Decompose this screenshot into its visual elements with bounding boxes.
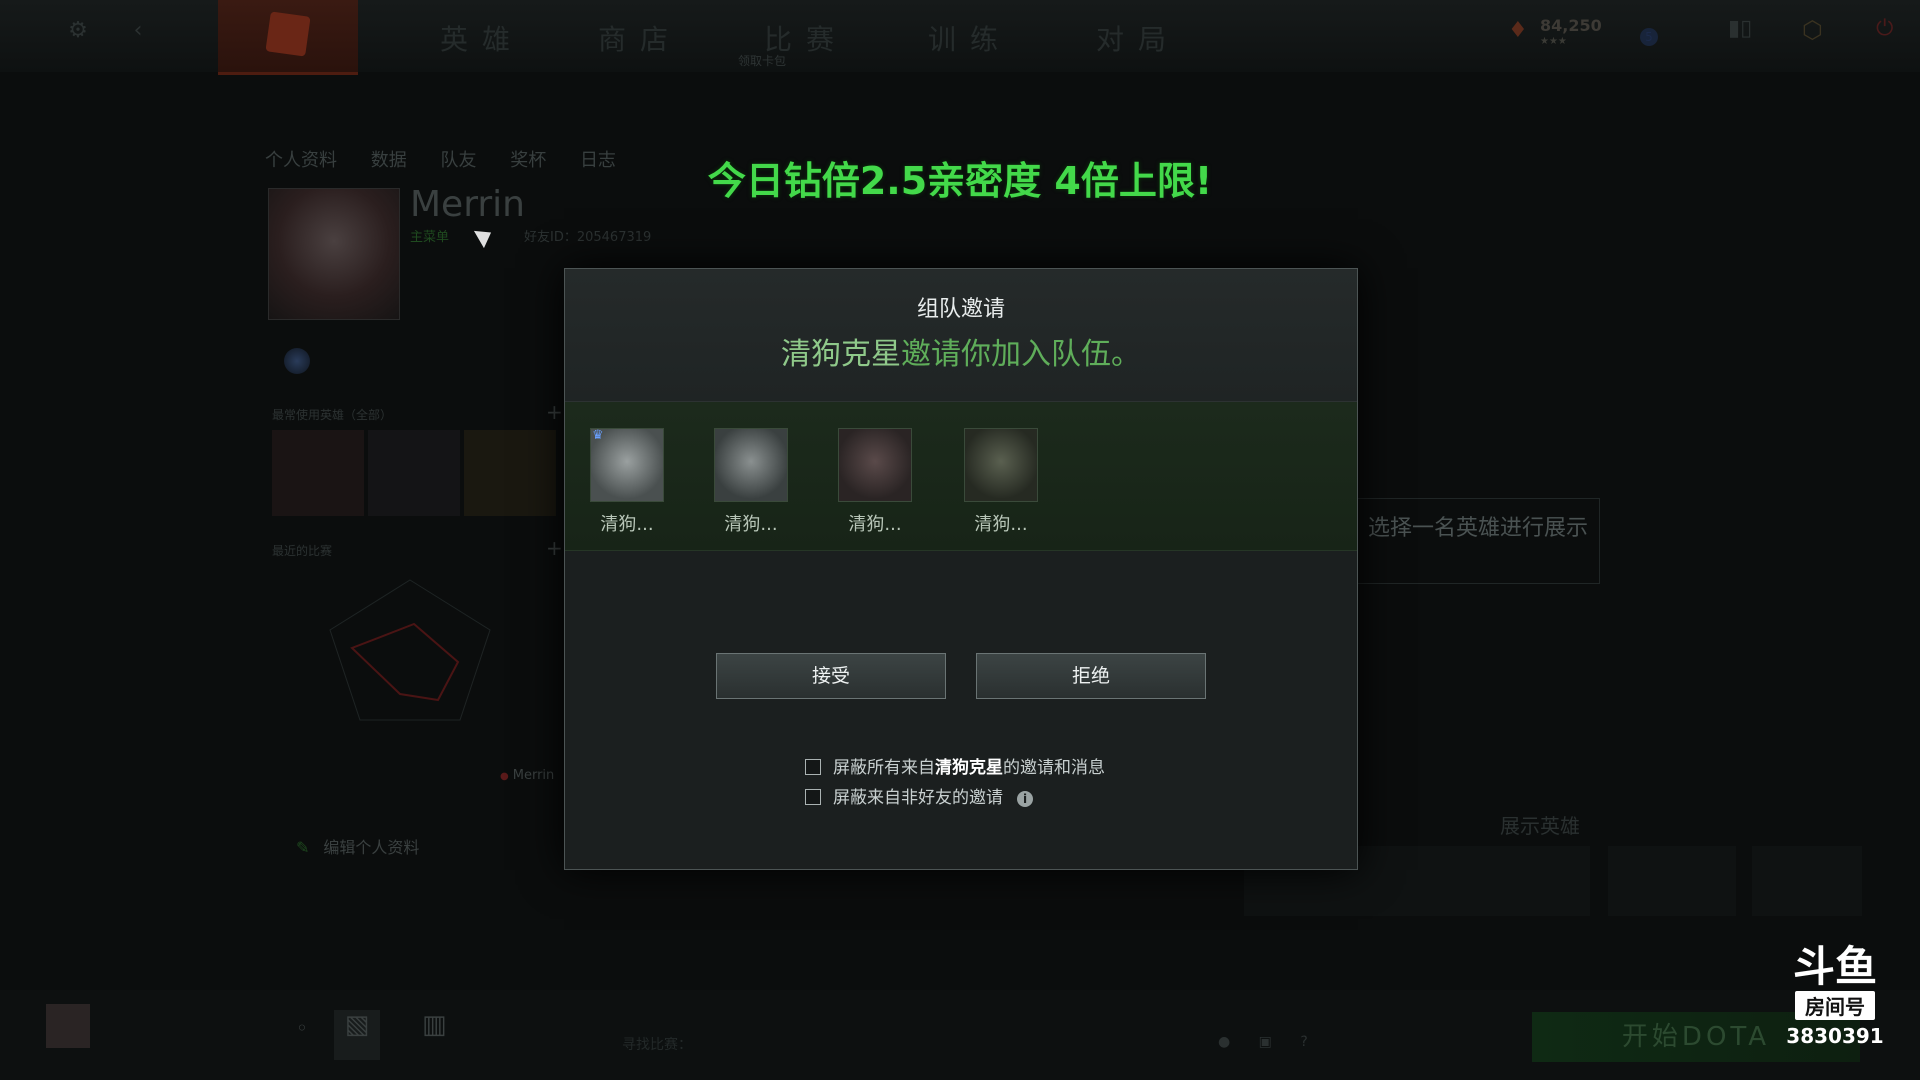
party-invite-dialog: 组队邀请 清狗克星邀请你加入队伍。 ♛ 清狗... 清狗... 清狗... 清狗… — [564, 268, 1358, 870]
block-user-name: 清狗克星 — [935, 758, 1003, 778]
hero-card[interactable] — [464, 430, 556, 516]
party-member[interactable]: ♛ 清狗... — [577, 428, 677, 536]
level-badge: 5 — [1640, 28, 1658, 46]
dota-logo-icon — [265, 11, 311, 57]
invite-message: 清狗克星邀请你加入队伍。 — [565, 329, 1357, 373]
douyu-watermark: 斗鱼 房间号 3830391 — [1780, 942, 1890, 1049]
radar-legend-label: Merrin — [500, 768, 555, 783]
showcase-slot[interactable] — [1608, 846, 1736, 916]
member-name: 清狗... — [724, 514, 778, 535]
hero-card[interactable] — [368, 430, 460, 516]
friends-icon[interactable]: ▮▯ — [1728, 16, 1752, 41]
member-avatar: ♛ — [590, 428, 664, 502]
dialog-header: 组队邀请 清狗克星邀请你加入队伍。 — [565, 269, 1357, 402]
invite-message-text: 邀请你加入队伍。 — [901, 337, 1141, 372]
block-nonfriends-checkbox[interactable] — [805, 789, 821, 805]
queue-status-text: 寻找比赛： — [622, 1037, 692, 1053]
nav-item-arcade[interactable]: 对局 — [1096, 18, 1180, 58]
decline-button[interactable]: 拒绝 — [976, 653, 1206, 699]
dota-logo-button[interactable] — [218, 0, 358, 75]
room-number: 3830391 — [1786, 1024, 1884, 1048]
friend-id: 好友ID：205467319 — [524, 230, 652, 245]
profile-sub-label: 主菜单 — [410, 230, 450, 245]
nav-item-store[interactable]: 商店 — [598, 18, 682, 58]
party-member[interactable]: 清狗... — [825, 428, 925, 536]
currency-value: 84,250 — [1540, 16, 1602, 35]
member-name: 清狗... — [600, 514, 654, 535]
member-avatar — [964, 428, 1038, 502]
party-member[interactable]: 清狗... — [701, 428, 801, 536]
pencil-icon: ✎ — [296, 838, 310, 857]
back-icon[interactable]: ‹ — [124, 18, 152, 46]
bottom-avatar[interactable] — [46, 1004, 90, 1048]
party-members-strip: ♛ 清狗... 清狗... 清狗... 清狗... — [565, 402, 1357, 551]
edit-profile-label: 编辑个人资料 — [323, 838, 420, 857]
utility-icons: ● ▣ ? — [1218, 1034, 1320, 1050]
member-name: 清狗... — [974, 514, 1028, 535]
hero-card[interactable] — [272, 430, 364, 516]
rank-badge-icon — [284, 348, 310, 374]
add-match-icon[interactable]: + — [546, 536, 563, 560]
settings-icon[interactable]: ⚙ — [64, 18, 92, 46]
party-leader-crown-icon: ♛ — [592, 428, 604, 443]
accept-button[interactable]: 接受 — [716, 653, 946, 699]
mouse-cursor-icon — [473, 223, 497, 249]
block-user-option[interactable]: 屏蔽所有来自清狗克星的邀请和消息 — [805, 753, 1105, 778]
showcase-label: 展示英雄 — [1500, 814, 1580, 838]
block-user-suffix: 的邀请和消息 — [1003, 758, 1105, 778]
douyu-logo: 斗鱼 — [1792, 942, 1877, 991]
member-avatar — [714, 428, 788, 502]
shield-icon[interactable]: ⬡ — [1802, 16, 1823, 44]
block-nonfriends-option[interactable]: 屏蔽来自非好友的邀请 i — [805, 783, 1033, 808]
showcase-slot[interactable] — [1752, 846, 1862, 916]
add-hero-icon[interactable]: + — [546, 400, 563, 424]
block-user-checkbox[interactable] — [805, 759, 821, 775]
block-nonfriends-label: 屏蔽来自非好友的邀请 — [833, 788, 1003, 808]
room-label: 房间号 — [1795, 991, 1875, 1020]
member-name: 清狗... — [848, 514, 902, 535]
nav-item-heroes[interactable]: 英雄 — [440, 18, 524, 58]
power-icon[interactable]: ⏻ — [1876, 16, 1893, 41]
member-avatar — [838, 428, 912, 502]
shard-currency-icon: ♦ — [1508, 18, 1528, 43]
edit-profile-button[interactable]: ✎ 编辑个人资料 — [296, 834, 419, 858]
info-icon[interactable]: i — [1017, 791, 1033, 807]
playstyle-radar-chart — [329, 579, 491, 721]
nav-item-learn[interactable]: 训练 — [928, 18, 1012, 58]
currency-stars: ★★★ — [1540, 36, 1567, 47]
stream-promo-banner: 今日钻倍2.5亲密度 4倍上限! — [707, 159, 1213, 203]
top-nav-bar: ⚙ ‹ 英雄 商店 比赛 训练 对局 领取卡包 ♦ 84,250 ★★★ 5 ▮… — [0, 0, 1920, 75]
chat-dot-icon[interactable]: ◦ — [296, 1016, 308, 1040]
dialog-title: 组队邀请 — [916, 297, 1005, 322]
recent-heroes-header: 最常使用英雄（全部） — [272, 408, 393, 422]
recent-matches-header: 最近的比赛 — [272, 544, 333, 558]
profile-avatar — [268, 188, 400, 320]
battle-pass-icon[interactable]: ▧ — [334, 1010, 380, 1060]
party-icon[interactable]: ▥ — [422, 1010, 447, 1040]
select-showcase-hero-button[interactable]: 选择一名英雄进行展示 — [1356, 498, 1600, 584]
block-user-prefix: 屏蔽所有来自 — [833, 758, 935, 778]
party-member[interactable]: 清狗... — [951, 428, 1051, 536]
inviter-name: 清狗克星 — [781, 337, 901, 372]
nav-sub-label[interactable]: 领取卡包 — [738, 52, 786, 69]
